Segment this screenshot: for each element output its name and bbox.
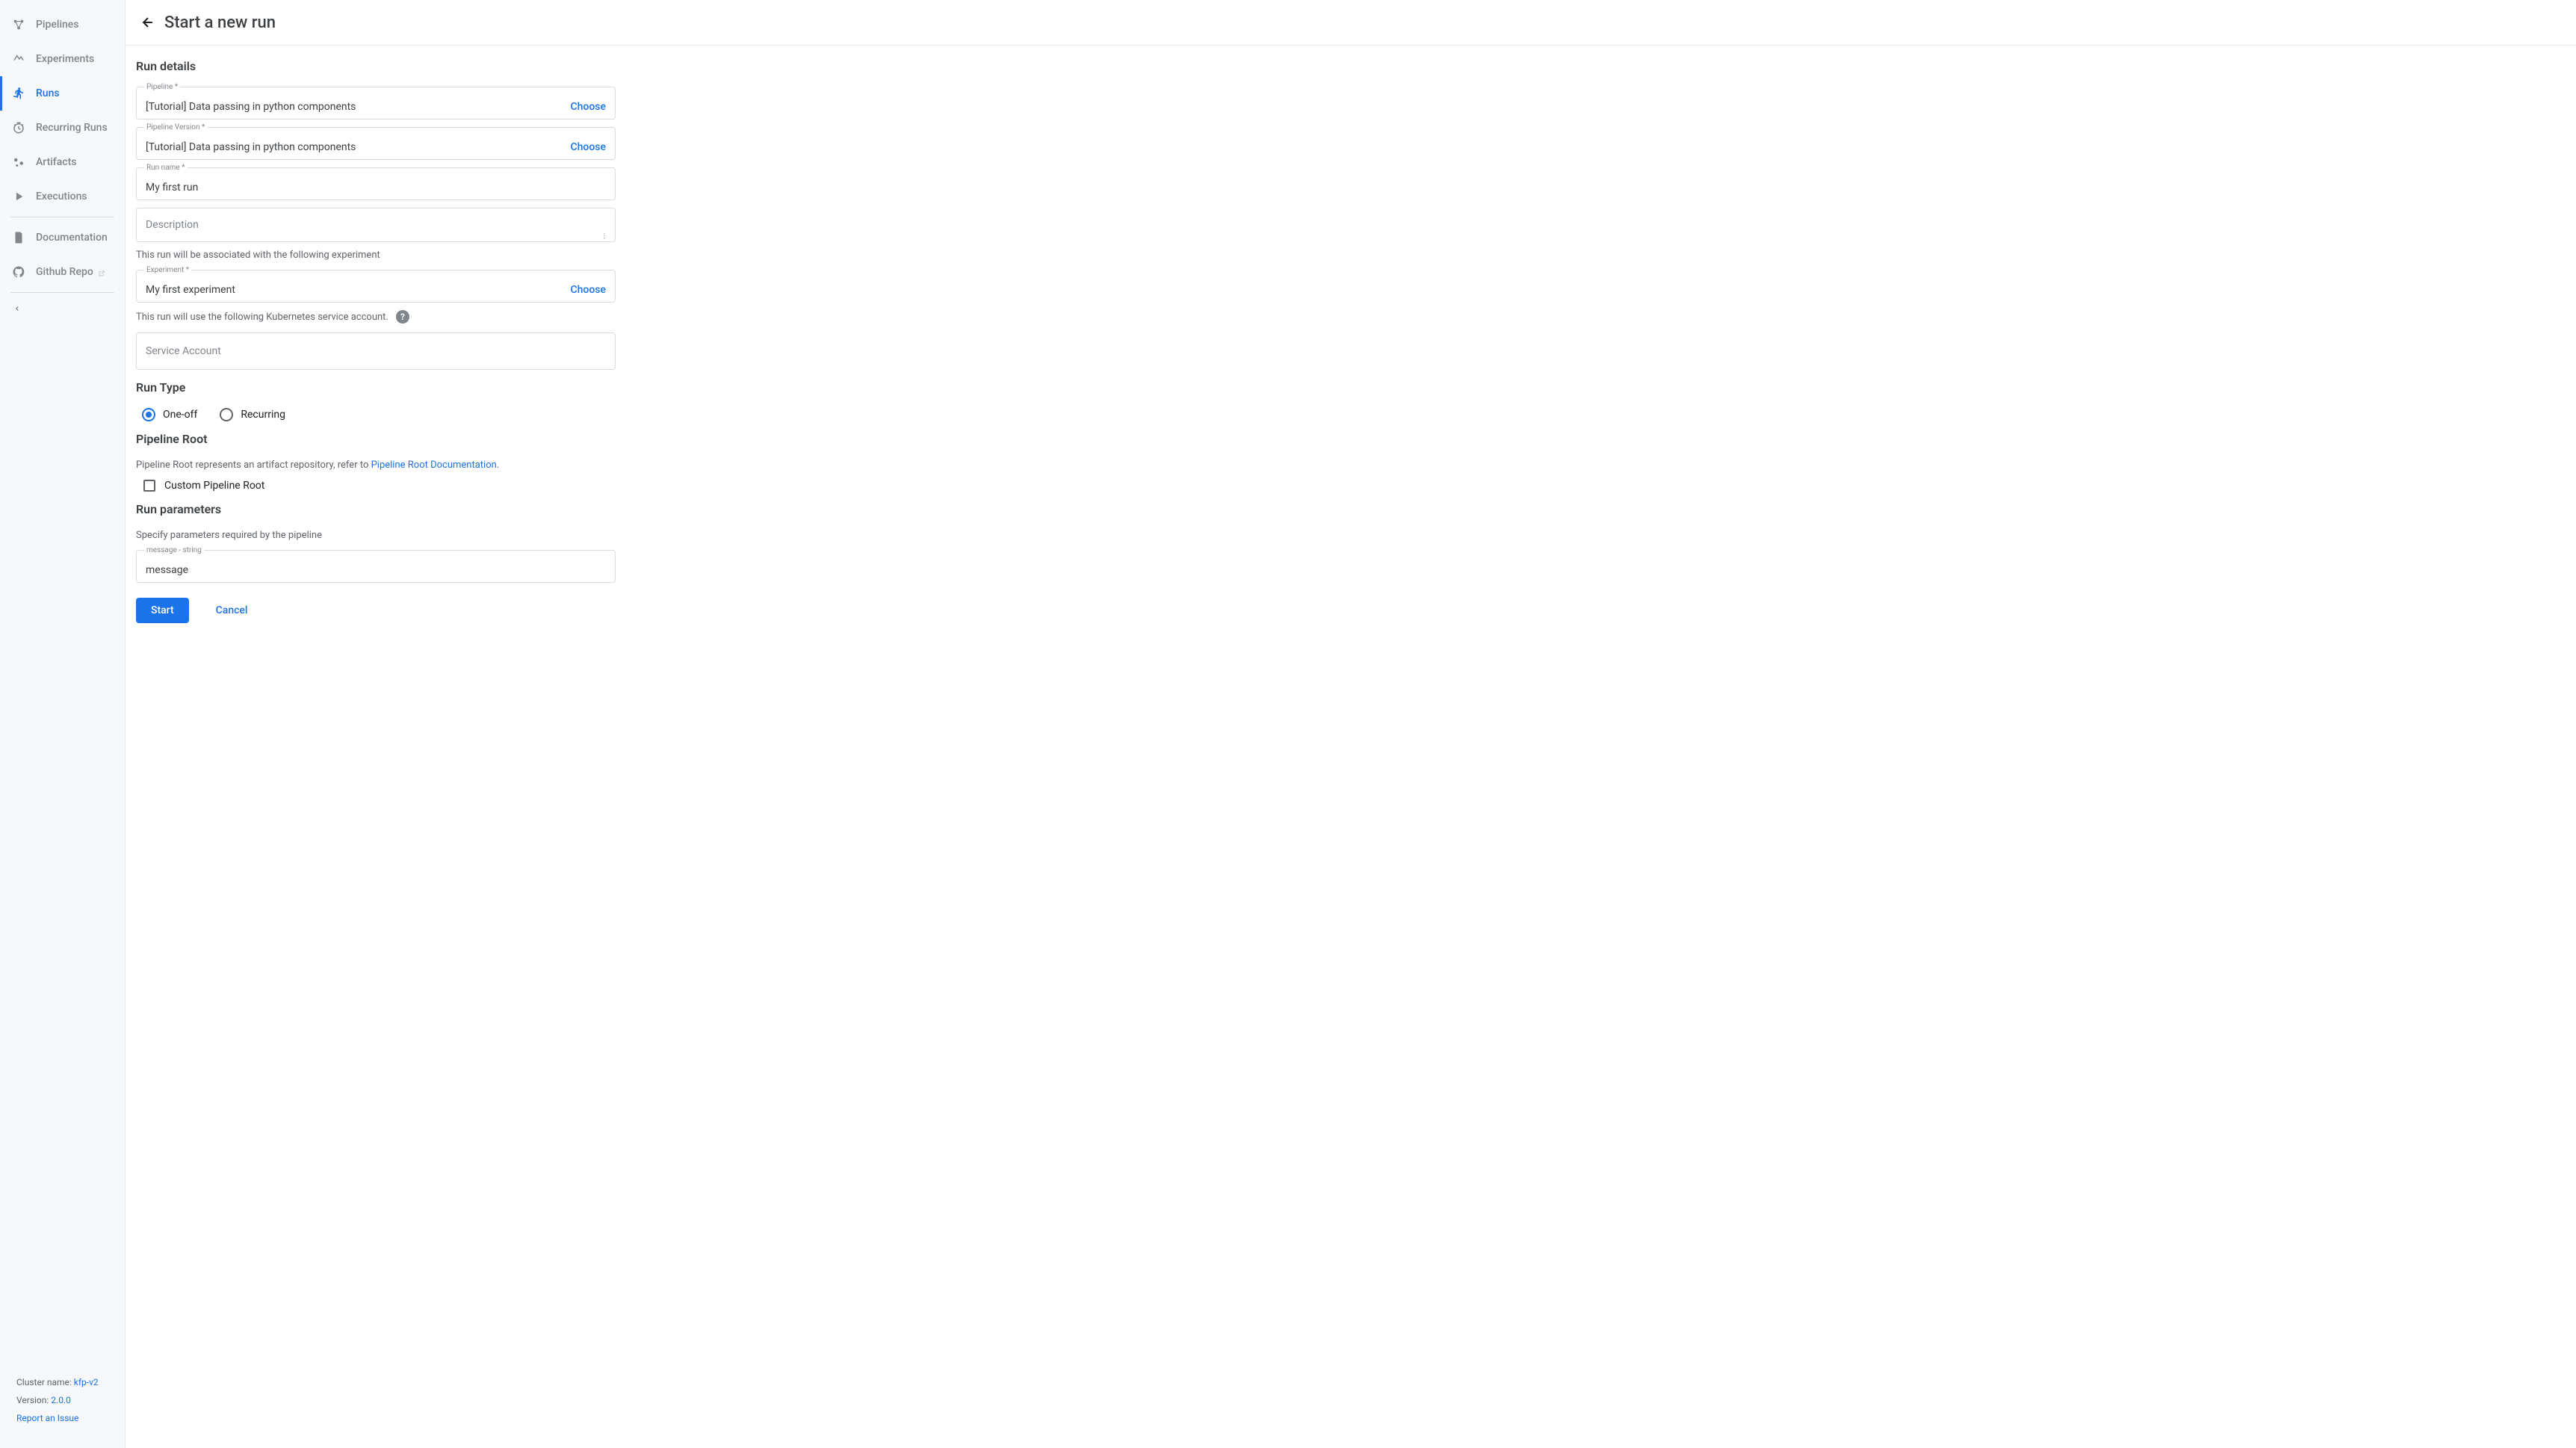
sidebar-item-runs[interactable]: Runs (0, 76, 125, 111)
radio-one-off-label: One-off (163, 409, 197, 421)
help-icon[interactable]: ? (396, 310, 409, 324)
experiment-input[interactable] (146, 284, 563, 296)
cluster-name-link[interactable]: kfp-v2 (74, 1377, 99, 1387)
radio-recurring[interactable]: Recurring (220, 408, 285, 421)
run-name-field-label: Run name * (144, 164, 188, 172)
section-title-run-type: Run Type (136, 380, 616, 395)
github-icon (12, 265, 25, 279)
pipeline-root-doc-link[interactable]: Pipeline Root Documentation (371, 460, 497, 471)
form-content: Run details Pipeline * Choose Pipeline V… (126, 46, 626, 653)
run-param-message-label: message - string (144, 546, 204, 554)
sidebar-item-label: Artifacts (36, 156, 76, 168)
sidebar-divider (10, 292, 114, 293)
section-title-pipeline-root: Pipeline Root (136, 432, 616, 446)
sidebar-item-experiments[interactable]: Experiments (0, 42, 125, 76)
back-button[interactable] (136, 10, 160, 34)
sidebar: Pipelines Experiments Runs Recurring Run… (0, 0, 126, 1448)
service-account-helper-label: This run will use the following Kubernet… (136, 312, 388, 323)
start-button[interactable]: Start (136, 598, 189, 623)
run-param-message-field[interactable]: message - string (136, 550, 616, 583)
pipeline-root-desc-suffix: . (497, 460, 499, 471)
sidebar-item-label: Executions (36, 191, 87, 202)
main-content: Start a new run Run details Pipeline * C… (126, 0, 2576, 1448)
service-account-input[interactable] (146, 345, 606, 357)
button-row: Start Cancel (136, 598, 616, 623)
run-type-radio-group: One-off Recurring (136, 408, 616, 421)
sidebar-item-github-repo[interactable]: Github Repo (0, 255, 125, 289)
pipeline-root-desc-prefix: Pipeline Root represents an artifact rep… (136, 460, 371, 471)
page-header: Start a new run (126, 0, 2576, 46)
radio-recurring-label: Recurring (241, 409, 285, 421)
run-name-field[interactable]: Run name * (136, 167, 616, 200)
sidebar-footer: Cluster name: kfp-v2 Version: 2.0.0 Repo… (0, 1366, 125, 1441)
pipeline-version-choose-button[interactable]: Choose (563, 141, 606, 153)
report-issue-link[interactable]: Report an Issue (16, 1413, 78, 1423)
experiment-helper-text: This run will be associated with the fol… (136, 250, 616, 261)
version-label: Version: (16, 1395, 51, 1405)
section-title-run-parameters: Run parameters (136, 502, 616, 516)
executions-icon (12, 190, 25, 203)
experiment-field[interactable]: Experiment * Choose (136, 270, 616, 303)
sidebar-item-label: Experiments (36, 53, 94, 65)
page-title: Start a new run (164, 13, 276, 32)
arrow-left-icon (140, 15, 155, 30)
pipelines-icon (12, 18, 25, 31)
experiment-choose-button[interactable]: Choose (563, 284, 606, 296)
sidebar-item-artifacts[interactable]: Artifacts (0, 145, 125, 179)
external-link-icon (112, 234, 113, 241)
pipeline-version-field[interactable]: Pipeline Version * Choose (136, 127, 616, 160)
radio-circle-icon (220, 408, 233, 421)
description-input[interactable] (146, 219, 606, 231)
sidebar-item-pipelines[interactable]: Pipelines (0, 7, 125, 42)
experiment-field-label: Experiment * (144, 266, 191, 274)
pipeline-root-description: Pipeline Root represents an artifact rep… (136, 460, 616, 471)
radio-circle-icon (142, 408, 155, 421)
run-name-input[interactable] (146, 182, 606, 194)
cluster-name-label: Cluster name: (16, 1377, 74, 1387)
resize-handle-icon[interactable] (603, 231, 607, 238)
sidebar-item-executions[interactable]: Executions (0, 179, 125, 214)
sidebar-item-label: Github Repo (36, 266, 93, 278)
service-account-field[interactable] (136, 332, 616, 370)
experiments-icon (12, 52, 25, 66)
pipeline-input[interactable] (146, 101, 563, 113)
description-field[interactable] (136, 208, 616, 242)
sidebar-collapse-button[interactable] (0, 296, 125, 324)
section-title-run-details: Run details (136, 59, 616, 73)
pipeline-version-input[interactable] (146, 141, 563, 153)
recurring-runs-icon (12, 121, 25, 134)
service-account-helper-text: This run will use the following Kubernet… (136, 310, 616, 324)
pipeline-choose-button[interactable]: Choose (563, 101, 606, 113)
custom-pipeline-root-row[interactable]: Custom Pipeline Root (136, 480, 616, 492)
pipeline-version-field-label: Pipeline Version * (144, 123, 207, 132)
sidebar-item-recurring-runs[interactable]: Recurring Runs (0, 111, 125, 145)
documentation-icon (12, 231, 25, 244)
artifacts-icon (12, 155, 25, 169)
pipeline-field[interactable]: Pipeline * Choose (136, 87, 616, 120)
cancel-button[interactable]: Cancel (201, 598, 263, 623)
runs-icon (12, 87, 25, 100)
external-link-icon (98, 268, 105, 276)
run-parameters-description: Specify parameters required by the pipel… (136, 530, 616, 541)
pipeline-field-label: Pipeline * (144, 83, 180, 91)
version-link[interactable]: 2.0.0 (51, 1395, 71, 1405)
sidebar-item-label: Documentation (36, 232, 108, 244)
custom-pipeline-root-checkbox[interactable] (143, 480, 155, 492)
sidebar-item-documentation[interactable]: Documentation (0, 220, 125, 255)
sidebar-item-label: Runs (36, 87, 60, 99)
sidebar-item-label: Pipelines (36, 19, 79, 31)
sidebar-item-label: Recurring Runs (36, 122, 108, 134)
radio-one-off[interactable]: One-off (142, 408, 197, 421)
run-param-message-input[interactable] (146, 564, 606, 576)
custom-pipeline-root-label: Custom Pipeline Root (164, 480, 264, 492)
